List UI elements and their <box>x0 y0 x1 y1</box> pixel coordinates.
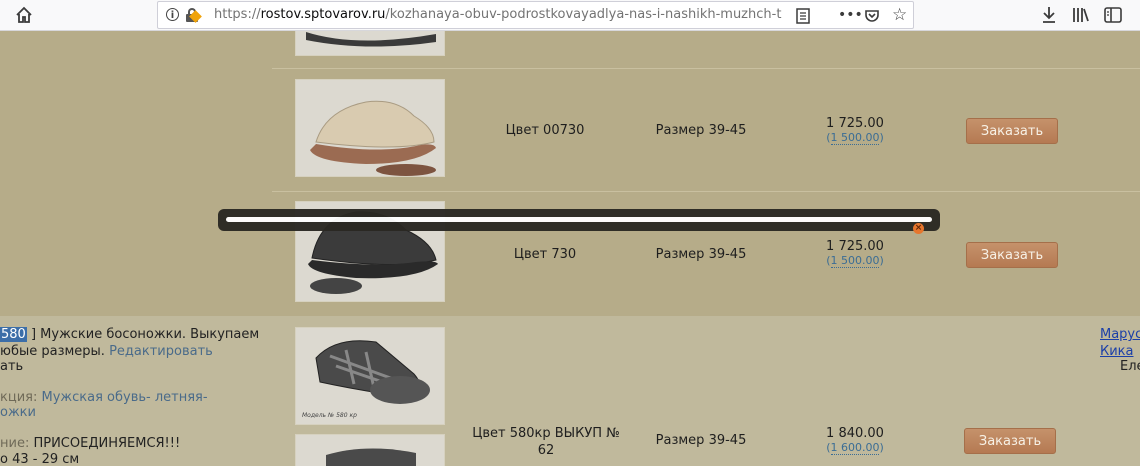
section-row: кция: Мужская обувь- летняя- <box>0 390 208 405</box>
image-caption: Модель № 580 кр <box>302 412 357 419</box>
size-label: Размер 39-45 <box>655 433 747 448</box>
product-title: 580 ] Мужские босоножки. Выкупаем <box>0 327 260 342</box>
product-code[interactable]: 580 <box>0 327 27 342</box>
color-label: Цвет 730 <box>513 247 577 262</box>
info-icon[interactable]: i <box>166 8 179 21</box>
more-icon[interactable]: ••• <box>838 2 863 28</box>
section-row-line2: ожки <box>0 405 36 420</box>
product-image[interactable] <box>295 79 445 177</box>
order-button[interactable]: Заказать <box>964 428 1056 454</box>
buyer-link[interactable]: Еле <box>1120 359 1140 374</box>
product-title-line2: юбые размеры. Редактировать <box>0 344 213 359</box>
size-label: Размер 39-45 <box>655 123 747 138</box>
library-icon[interactable] <box>1070 0 1092 34</box>
product-image[interactable] <box>295 31 445 56</box>
url-text[interactable]: https://rostov.sptovarov.ru/kozhanaya-ob… <box>214 2 784 28</box>
price: 1 725.00 (1 500.00) <box>810 239 900 268</box>
order-button[interactable]: Заказать <box>966 242 1058 268</box>
row-divider <box>272 68 1140 69</box>
note-row-line2: о 43 - 29 см <box>0 452 80 466</box>
row-divider <box>272 191 1140 192</box>
product-title-line3: ать <box>0 359 24 374</box>
progress-bar <box>226 217 932 222</box>
section-link[interactable]: Мужская обувь- летняя- <box>42 390 208 405</box>
price: 1 840.00 (1 600.00) <box>810 426 900 455</box>
url-bar[interactable]: i https://rostov.sptovarov.ru/kozhanaya-… <box>157 1 914 29</box>
color-label: Цвет 580кр ВЫКУП № 62 <box>472 426 620 458</box>
price-value: 1 840.00 <box>826 426 884 441</box>
page-content: Цвет 00730 Размер 39-45 1 725.00 (1 500.… <box>0 31 1140 466</box>
edit-link[interactable]: Редактировать <box>109 344 213 359</box>
sidebar-icon[interactable] <box>1102 0 1124 33</box>
price-value: 1 725.00 <box>826 116 884 131</box>
old-price[interactable]: (1 500.00) <box>810 254 900 268</box>
order-button[interactable]: Заказать <box>966 118 1058 144</box>
buyer-link[interactable]: Кика <box>1100 344 1134 359</box>
home-icon[interactable] <box>12 0 36 34</box>
browser-toolbar: i https://rostov.sptovarov.ru/kozhanaya-… <box>0 0 1140 31</box>
product-image[interactable] <box>295 434 445 466</box>
old-price[interactable]: (1 500.00) <box>810 131 900 145</box>
price: 1 725.00 (1 500.00) <box>810 116 900 145</box>
color-label: Цвет 00730 <box>505 123 585 138</box>
lock-warning-icon[interactable] <box>186 8 202 23</box>
close-icon[interactable]: × <box>913 223 924 234</box>
loading-overlay: × <box>218 209 940 234</box>
old-price[interactable]: (1 600.00) <box>810 441 900 455</box>
reader-icon[interactable] <box>796 2 810 33</box>
bookmark-star-icon[interactable]: ☆ <box>892 2 907 28</box>
pocket-icon[interactable] <box>864 2 880 33</box>
note-row: ние: ПРИСОЕДИНЯЕМСЯ!!! <box>0 436 181 451</box>
buyer-link[interactable]: Марус <box>1100 327 1140 342</box>
product-band-top <box>0 31 1140 316</box>
product-image[interactable]: Модель № 580 кр <box>295 327 445 425</box>
price-value: 1 725.00 <box>826 239 884 254</box>
download-icon[interactable] <box>1038 0 1060 34</box>
size-label: Размер 39-45 <box>655 247 747 262</box>
